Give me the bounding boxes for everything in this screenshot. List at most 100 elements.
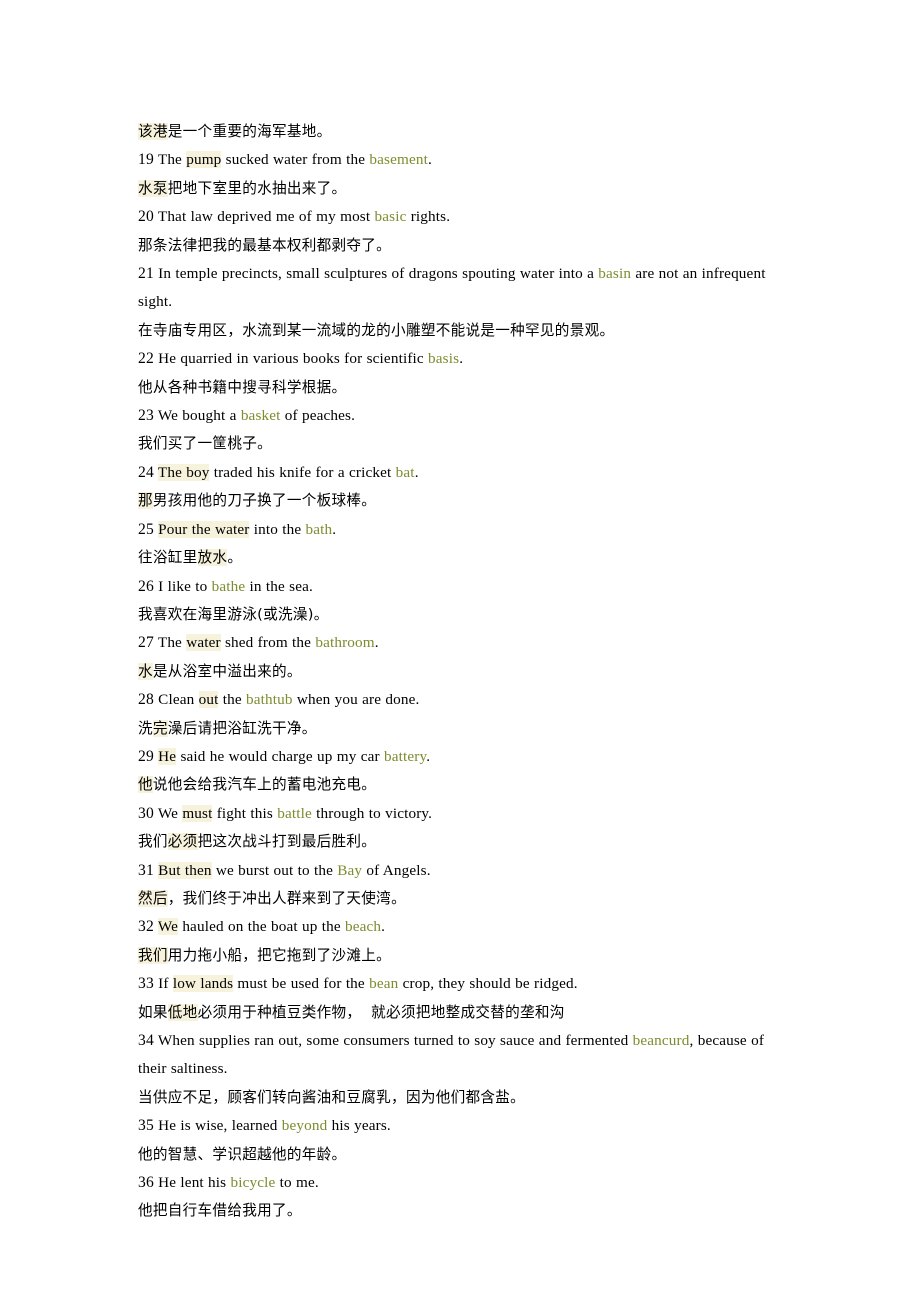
example-sentence-line: 19 The pump sucked water from the baseme… [138,146,780,174]
sentence-number: 32 [138,918,154,936]
highlighted-text: 我们 [138,946,168,964]
highlighted-text: 水 [138,662,153,680]
example-sentence-line: 23 We bought a basket of peaches. [138,402,780,430]
translation-line: 在寺庙专用区，水流到某一流域的龙的小雕塑不能说是一种罕见的景观。 [138,317,780,345]
example-sentence-line: 24 The boy traded his knife for a cricke… [138,459,780,487]
sentence-text: The [153,634,187,652]
vocabulary-keyword[interactable]: basin [598,265,631,282]
highlighted-text: Pour the water [158,520,250,538]
sentence-text: He is wise, learned [153,1117,282,1135]
example-sentence-line: 29 He said he would charge up my car bat… [138,743,780,771]
sentence-text: 他从各种书籍中搜寻科学根据。 [138,378,347,396]
sentence-number: 34 [138,1032,154,1049]
sentence-number: 36 [138,1174,154,1192]
sentence-text: 在寺庙专用区，水流到某一流域的龙的小雕塑不能说是一种罕见的景观。 [138,321,615,339]
highlighted-text: 然后 [138,889,168,907]
vocabulary-keyword[interactable]: basic [375,208,407,225]
example-sentence-line: 21 In temple precincts, small sculptures… [138,260,780,317]
sentence-text: to me. [275,1174,319,1192]
vocabulary-keyword[interactable]: bicycle [231,1174,276,1191]
vocabulary-keyword[interactable]: basket [241,407,281,424]
highlighted-text: We [157,918,179,936]
vocabulary-keyword[interactable]: bathroom [315,634,374,651]
sentence-text: 澡后请把浴缸洗干净。 [167,719,317,737]
highlighted-text: He [158,747,177,765]
vocabulary-keyword[interactable]: bath [306,521,333,538]
sentence-text: 必须用于种植豆类作物， 就必须把地整成交替的垄和沟 [197,1003,565,1021]
translation-line: 水是从浴室中溢出来的。 [138,658,780,686]
vocabulary-keyword[interactable]: Bay [337,862,362,879]
highlighted-text: 低地 [167,1003,198,1021]
sentence-number: 28 [138,691,154,709]
sentence-number: 25 [138,520,154,538]
translation-line: 我们必须把这次战斗打到最后胜利。 [138,828,780,856]
translation-line: 他的智慧、学识超越他的年龄。 [138,1141,780,1169]
sentence-number: 22 [138,350,154,368]
sentence-text: 用力拖小船，把它拖到了沙滩上。 [167,946,392,964]
example-sentence-line: 33 If low lands must be used for the bea… [138,970,780,998]
translation-line: 洗完澡后请把浴缸洗干净。 [138,715,780,743]
highlighted-text: pump [186,151,222,169]
sentence-text: We [153,804,183,822]
vocabulary-keyword[interactable]: basis [428,350,459,367]
sentence-text: 我们 [138,833,168,851]
highlighted-text: 必须 [167,833,198,851]
sentence-text: 如果 [138,1003,168,1021]
vocabulary-keyword[interactable]: bean [369,975,398,992]
sentence-text: 洗 [138,719,153,737]
example-sentence-line: 36 He lent his bicycle to me. [138,1169,780,1197]
translation-line: 如果低地必须用于种植豆类作物， 就必须把地整成交替的垄和沟 [138,999,780,1027]
sentence-number: 21 [138,265,154,283]
sentence-text: The [153,151,187,169]
translation-line: 往浴缸里放水。 [138,544,780,572]
highlighted-text: 该港 [138,123,168,140]
sentence-text: 我喜欢在海里游泳(或洗澡)。 [138,605,329,623]
example-sentence-line: 30 We must fight this battle through to … [138,800,780,828]
translation-line: 我喜欢在海里游泳(或洗澡)。 [138,601,780,629]
sentence-text: ，我们终于冲出人群来到了天使湾。 [167,889,406,907]
vocabulary-keyword[interactable]: battery [384,748,426,765]
sentence-text: of Angels. [362,861,431,879]
sentence-text: When supplies ran out, some consumers tu… [153,1032,633,1049]
sentence-number: 27 [138,634,154,652]
vocabulary-keyword[interactable]: bat [396,464,415,481]
example-sentence-line: 25 Pour the water into the bath. [138,516,780,544]
sentence-text: I like to [153,577,212,595]
vocabulary-keyword[interactable]: beyond [282,1117,328,1134]
sentence-text: He lent his [153,1174,231,1192]
vocabulary-keyword[interactable]: bathe [212,578,246,595]
sentence-number: 26 [138,577,154,595]
translation-line: 水泵把地下室里的水抽出来了。 [138,175,780,203]
vocabulary-keyword[interactable]: beancurd [633,1032,690,1049]
translation-line: 他说他会给我汽车上的蓄电池充电。 [138,771,780,799]
sentence-number: 20 [138,208,154,226]
sentence-text: 是从浴室中溢出来的。 [152,662,302,680]
translation-line: 我们买了一筐桃子。 [138,430,780,458]
sentence-text: fight this [212,804,278,822]
sentence-text: He quarried in various books for scienti… [153,350,429,368]
sentence-number: 29 [138,747,154,765]
sentence-text: 把这次战斗打到最后胜利。 [197,833,377,851]
sentence-text: his years. [327,1117,391,1135]
sentence-text: That law deprived me of my most [153,208,375,226]
highlighted-text: 那 [138,492,153,510]
example-sentence-line: 26 I like to bathe in the sea. [138,573,780,601]
highlighted-text: low lands [172,975,234,993]
example-sentence-line: 34 When supplies ran out, some consumers… [138,1027,780,1084]
sentence-text: If [153,975,173,993]
vocabulary-keyword[interactable]: battle [277,805,312,822]
sentence-text: . [374,634,379,652]
sentence-text: 他把自行车借给我用了。 [138,1202,302,1220]
sentence-text: . [414,463,419,481]
sentence-text: in the sea. [245,577,313,595]
vocabulary-keyword[interactable]: basement [369,151,428,168]
vocabulary-keyword[interactable]: beach [345,918,381,935]
translation-line: 我们用力拖小船，把它拖到了沙滩上。 [138,942,780,970]
translation-line: 该港是一个重要的海军基地。 [138,118,780,146]
translation-line: 他把自行车借给我用了。 [138,1197,780,1225]
sentence-text: . [459,350,464,368]
vocabulary-keyword[interactable]: bathtub [246,691,293,708]
sentence-text: 男孩用他的刀子换了一个板球棒。 [152,492,377,510]
sentence-text: of peaches. [280,407,356,425]
sentence-number: 19 [138,151,154,169]
